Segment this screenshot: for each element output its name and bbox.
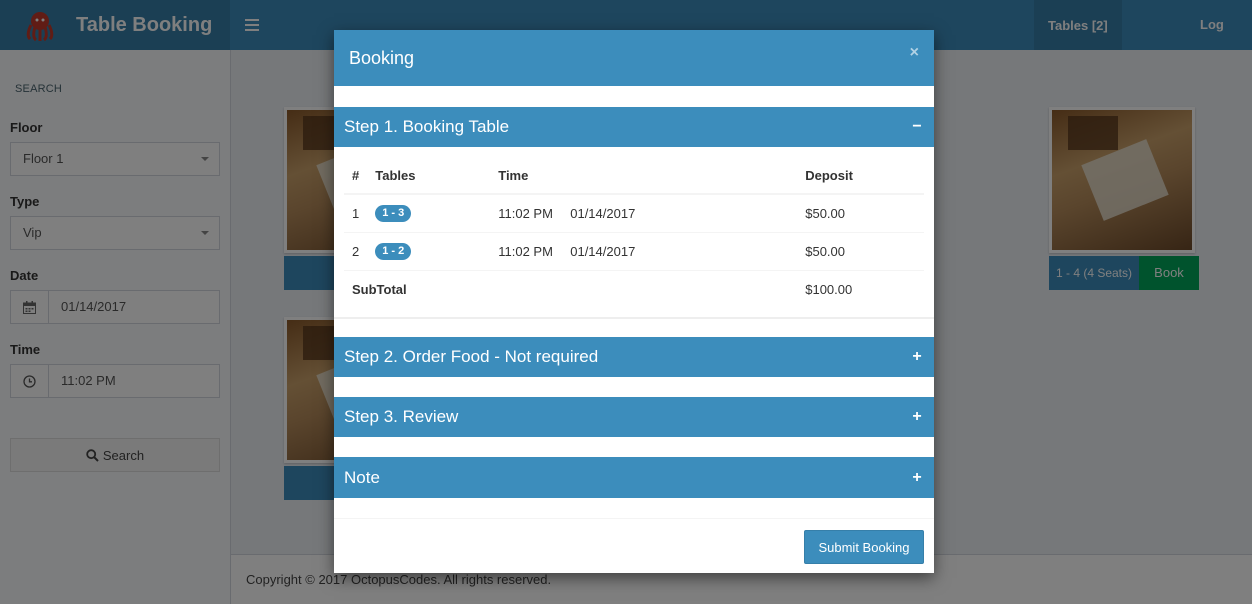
row-time: 11:02 PM (490, 193, 563, 232)
col-time: Time (490, 157, 563, 195)
row-date: 01/14/2017 (562, 231, 798, 270)
note-title: Note (344, 467, 380, 487)
booking-modal: Booking × Step 1. Booking Table − # Tabl… (334, 30, 934, 573)
collapse-minus-icon[interactable]: − (910, 118, 924, 136)
modal-header: Booking × (334, 30, 934, 86)
row-time: 11:02 PM (490, 231, 563, 270)
expand-plus-icon[interactable]: + (910, 469, 924, 487)
step1-panel-body: # Tables Time Deposit 1 1 - 3 11:02 PM 0… (334, 147, 934, 319)
table-badge: 1 - 2 (375, 243, 412, 260)
step3-title: Step 3. Review (344, 407, 459, 426)
col-number: # (344, 157, 368, 195)
step2-title: Step 2. Order Food - Not required (344, 347, 599, 366)
col-date (562, 157, 798, 195)
step3-panel-header[interactable]: Step 3. Review + (334, 397, 934, 437)
row-number: 1 (344, 193, 368, 232)
row-number: 2 (344, 231, 368, 270)
expand-plus-icon[interactable]: + (910, 348, 924, 366)
expand-plus-icon[interactable]: + (910, 408, 924, 426)
modal-footer: Submit Booking (334, 518, 934, 573)
row-deposit: $50.00 (797, 231, 924, 270)
modal-title: Booking (349, 47, 415, 68)
close-icon[interactable]: × (910, 44, 919, 62)
step1-panel-header[interactable]: Step 1. Booking Table − (334, 107, 934, 147)
col-deposit: Deposit (797, 157, 924, 195)
step2-panel-header[interactable]: Step 2. Order Food - Not required + (334, 337, 934, 377)
col-tables: Tables (367, 157, 491, 195)
row-date: 01/14/2017 (562, 193, 798, 232)
subtotal-label: SubTotal (344, 269, 798, 308)
booking-table: # Tables Time Deposit 1 1 - 3 11:02 PM 0… (344, 157, 924, 308)
table-row: 1 1 - 3 11:02 PM 01/14/2017 $50.00 (344, 193, 924, 232)
subtotal-value: $100.00 (797, 269, 924, 308)
table-badge: 1 - 3 (375, 205, 412, 223)
table-row: 2 1 - 2 11:02 PM 01/14/2017 $50.00 (344, 231, 924, 270)
note-panel-header[interactable]: Note + (334, 457, 934, 498)
table-header-row: # Tables Time Deposit (344, 157, 924, 195)
subtotal-row: SubTotal $100.00 (344, 269, 924, 308)
step1-title: Step 1. Booking Table (344, 117, 510, 136)
row-deposit: $50.00 (797, 193, 924, 232)
submit-booking-button[interactable]: Submit Booking (804, 530, 924, 564)
